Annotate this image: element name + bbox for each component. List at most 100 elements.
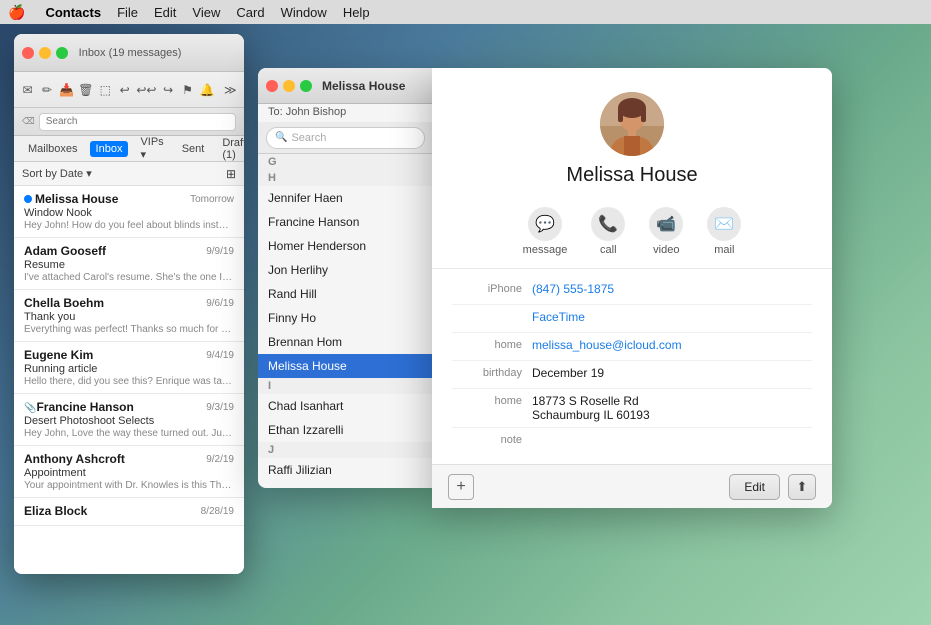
mail-preview: Your appointment with Dr. Knowles is thi…	[24, 480, 234, 491]
contact-action-video[interactable]: 📹 video	[649, 207, 683, 256]
archive-button[interactable]: 📥	[59, 79, 74, 101]
contact-item[interactable]: Jennifer Haen	[258, 186, 433, 210]
mail-preview: Hey John, Love the way these turned out.…	[24, 428, 234, 439]
field-row-note: note	[452, 428, 812, 456]
notify-button[interactable]: 🔔	[199, 79, 214, 101]
field-value-facetime[interactable]: FaceTime	[532, 310, 585, 324]
move-button[interactable]: ⬚	[98, 79, 113, 101]
contact-footer: + Edit ⬆	[432, 464, 832, 508]
tab-vips[interactable]: VIPs ▾	[134, 134, 169, 163]
contacts-list-title: Melissa House	[322, 79, 405, 93]
contact-fields: iPhone (847) 555-1875 FaceTime home meli…	[432, 269, 832, 464]
flag-button[interactable]: ⚑	[180, 79, 195, 101]
tab-mailboxes[interactable]: Mailboxes	[22, 141, 84, 157]
menu-edit[interactable]: Edit	[154, 5, 176, 20]
edit-button[interactable]: Edit	[729, 474, 780, 500]
contacts-to-line: To: John Bishop	[258, 104, 433, 122]
mail-toolbar: ✉ ✏ 📥 🗑 ⬚ ↩ ↩↩ ↪ ⚑ 🔔 ≫	[14, 72, 244, 108]
contact-item[interactable]: Brennan Hom	[258, 330, 433, 354]
contact-action-message[interactable]: 💬 message	[523, 207, 568, 256]
menu-card[interactable]: Card	[236, 5, 264, 20]
contact-item[interactable]: Raffi Jilizian	[258, 458, 433, 476]
menu-file[interactable]: File	[117, 5, 138, 20]
mail-date: 9/4/19	[206, 350, 234, 361]
contacts-close-button[interactable]	[266, 80, 278, 92]
search-magnifier-icon: 🔍	[275, 132, 287, 143]
contact-item[interactable]: Homer Henderson	[258, 234, 433, 258]
mail-date: 9/2/19	[206, 454, 234, 465]
mail-sender: 📎Francine Hanson	[24, 400, 134, 414]
contact-action-mail[interactable]: ✉️ mail	[707, 207, 741, 256]
menu-window[interactable]: Window	[281, 5, 327, 20]
field-row-email: home melissa_house@icloud.com	[452, 333, 812, 361]
compose-button[interactable]: ✏	[39, 79, 54, 101]
contact-action-call[interactable]: 📞 call	[591, 207, 625, 256]
field-label-email: home	[452, 338, 522, 351]
tab-drafts[interactable]: Drafts (1)	[216, 135, 244, 163]
contacts-search-box[interactable]: 🔍 Search	[266, 127, 425, 149]
contact-item[interactable]: Rand Hill	[258, 282, 433, 306]
mail-sender: Melissa House	[24, 192, 118, 206]
overflow-button[interactable]: ≫	[223, 79, 238, 101]
mail-item[interactable]: 📎Francine Hanson 9/3/19 Desert Photoshoo…	[14, 394, 244, 446]
field-value-address[interactable]: 18773 S Roselle Rd Schaumburg IL 60193	[532, 394, 650, 422]
contact-item-selected[interactable]: Melissa House	[258, 354, 433, 378]
contact-item[interactable]: Finny Ho	[258, 306, 433, 330]
mail-item[interactable]: Anthony Ashcroft 9/2/19 Appointment Your…	[14, 446, 244, 498]
mail-item[interactable]: Adam Gooseff 9/9/19 Resume I've attached…	[14, 238, 244, 290]
contact-item[interactable]: Francine Hanson	[258, 210, 433, 234]
mail-item[interactable]: Chella Boehm 9/6/19 Thank you Everything…	[14, 290, 244, 342]
contacts-search-area: 🔍 Search	[258, 122, 433, 154]
mail-subject: Resume	[24, 259, 234, 271]
search-placeholder: Search	[291, 132, 326, 144]
mail-item[interactable]: Eliza Block 8/28/19	[14, 498, 244, 526]
message-label: message	[523, 244, 568, 256]
field-value-phone[interactable]: (847) 555-1875	[532, 282, 614, 296]
add-field-button[interactable]: +	[448, 474, 474, 500]
sort-label[interactable]: Sort by Date ▾	[22, 167, 92, 180]
mail-search-bar: ⌫	[14, 108, 244, 136]
tab-sent[interactable]: Sent	[176, 141, 211, 157]
field-value-birthday: December 19	[532, 366, 604, 380]
field-row-birthday: birthday December 19	[452, 361, 812, 389]
video-icon: 📹	[649, 207, 683, 241]
share-button[interactable]: ⬆	[788, 474, 816, 500]
contacts-minimize-button[interactable]	[283, 80, 295, 92]
video-label: video	[653, 244, 679, 256]
menu-view[interactable]: View	[192, 5, 220, 20]
filter-icon[interactable]: ⊞	[226, 167, 236, 181]
mail-subject: Window Nook	[24, 207, 234, 219]
mail-subject: Desert Photoshoot Selects	[24, 415, 234, 427]
contact-item[interactable]: Ethan Izzarelli	[258, 418, 433, 442]
mail-search-input[interactable]	[46, 116, 229, 127]
contact-avatar	[600, 92, 664, 156]
apple-menu-icon[interactable]: 🍎	[8, 4, 25, 21]
app-name: Contacts	[45, 5, 101, 20]
contacts-scroll-area: G H Jennifer Haen Francine Hanson Homer …	[258, 154, 433, 476]
field-label-note: note	[452, 433, 522, 446]
contact-item[interactable]: Chad Isanhart	[258, 394, 433, 418]
mail-list: Melissa House Tomorrow Window Nook Hey J…	[14, 186, 244, 574]
reply-button[interactable]: ↩	[117, 79, 132, 101]
section-label-i: I	[258, 378, 433, 394]
new-message-button[interactable]: ✉	[20, 79, 35, 101]
forward-button[interactable]: ↪	[160, 79, 175, 101]
menu-help[interactable]: Help	[343, 5, 370, 20]
reply-all-button[interactable]: ↩↩	[136, 79, 156, 101]
contact-item[interactable]: Jon Herlihy	[258, 258, 433, 282]
contacts-zoom-button[interactable]	[300, 80, 312, 92]
mail-preview: Hello there, did you see this? Enrique w…	[24, 376, 234, 387]
contact-header: Melissa House	[432, 68, 832, 199]
mail-date: 9/3/19	[206, 402, 234, 413]
message-icon: 💬	[528, 207, 562, 241]
contacts-list-window: Melissa House To: John Bishop 🔍 Search G…	[258, 68, 433, 488]
field-value-email[interactable]: melissa_house@icloud.com	[532, 338, 682, 352]
mail-preview: Everything was perfect! Thanks so much f…	[24, 324, 234, 335]
delete-button[interactable]: 🗑	[78, 79, 93, 101]
call-icon: 📞	[591, 207, 625, 241]
mail-item[interactable]: Melissa House Tomorrow Window Nook Hey J…	[14, 186, 244, 238]
mail-subject: Running article	[24, 363, 234, 375]
mail-item[interactable]: Eugene Kim 9/4/19 Running article Hello …	[14, 342, 244, 394]
tab-inbox[interactable]: Inbox	[90, 141, 129, 157]
mail-label: mail	[714, 244, 734, 256]
